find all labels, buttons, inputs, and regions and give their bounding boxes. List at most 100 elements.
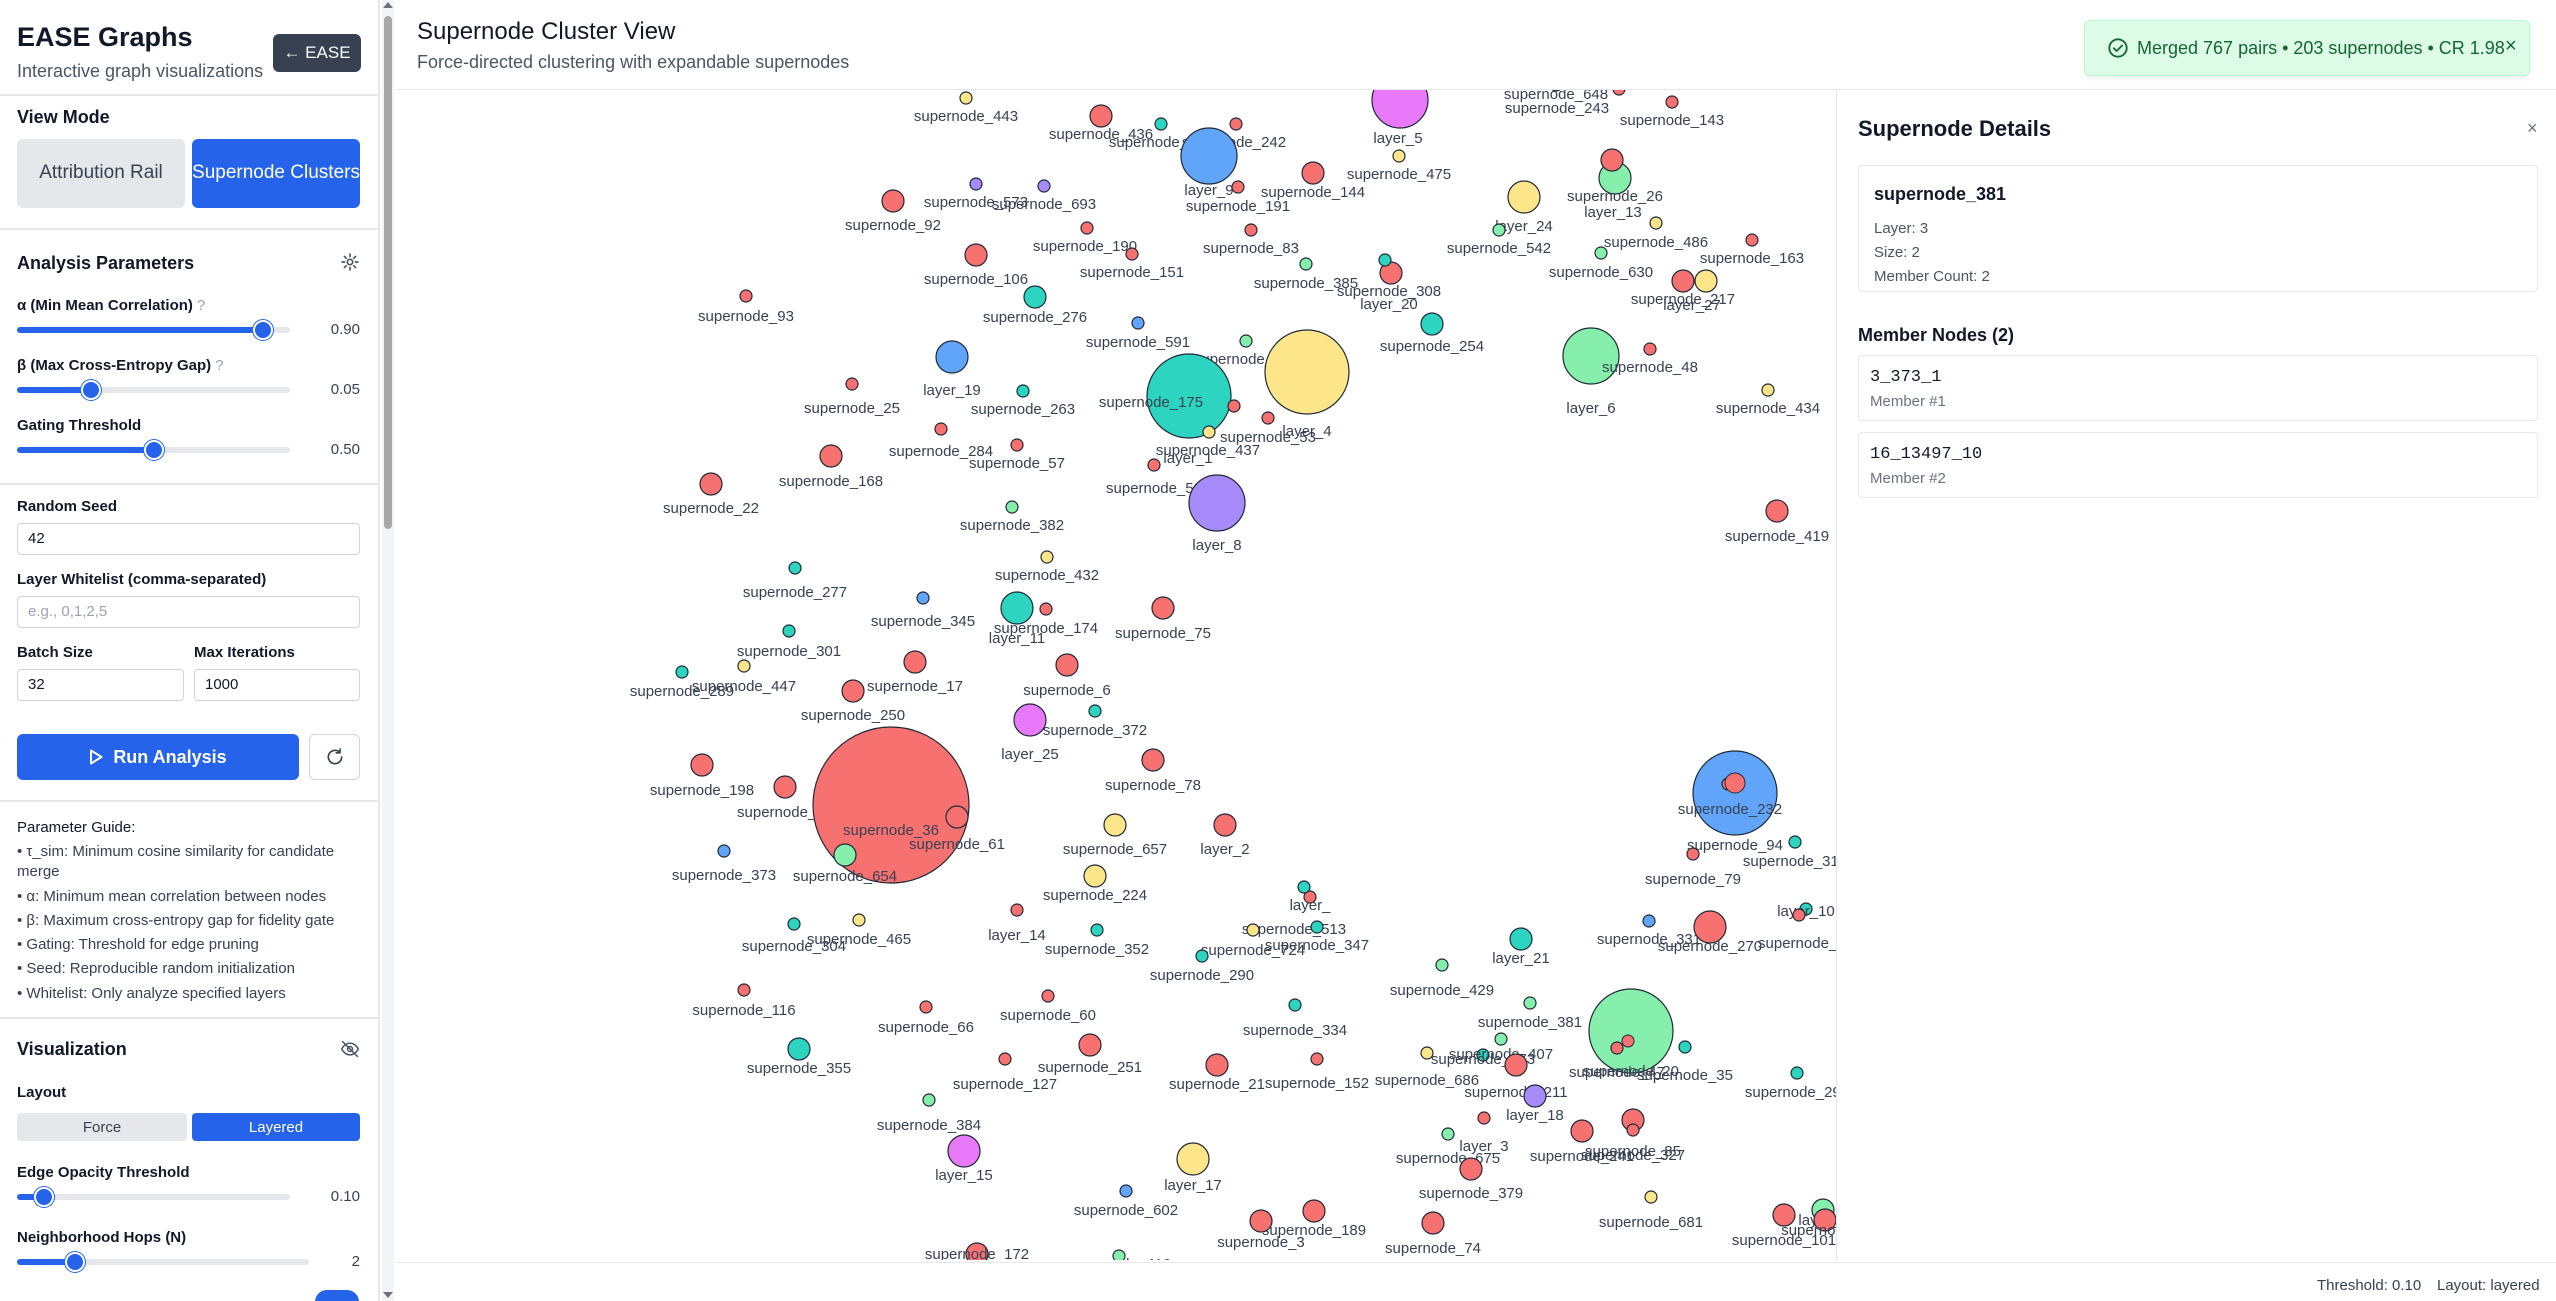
beta-slider[interactable] <box>17 380 290 400</box>
graph-node-circle[interactable] <box>1151 596 1175 620</box>
graph-node-circle[interactable] <box>1477 1111 1491 1125</box>
graph-node-circle[interactable] <box>922 1093 936 1107</box>
graph-node-circle[interactable] <box>1119 1184 1133 1198</box>
layout-layered-button[interactable]: Layered <box>192 1113 360 1141</box>
neighborhood-hops-slider-thumb[interactable] <box>65 1252 86 1272</box>
graph-node[interactable]: layer_14 <box>988 903 1046 944</box>
graph-node-circle[interactable] <box>1570 1119 1594 1143</box>
edge-opacity-slider-thumb[interactable] <box>34 1187 55 1207</box>
graph-node-circle[interactable] <box>1041 989 1055 1003</box>
graph-node-circle[interactable] <box>1588 988 1674 1074</box>
graph-node-circle[interactable] <box>1459 1157 1483 1181</box>
graph-node-circle[interactable] <box>1188 474 1246 532</box>
graph-node-circle[interactable] <box>1612 90 1626 96</box>
graph-node-circle[interactable] <box>1055 653 1079 677</box>
graph-node-circle[interactable] <box>1302 1199 1326 1223</box>
graph-node[interactable]: layer_5 <box>1371 90 1429 147</box>
graph-node[interactable]: supernode_163 <box>1700 233 1804 267</box>
graph-node[interactable]: supernode_384 <box>877 1093 981 1134</box>
graph-node[interactable]: supernode_60 <box>1000 989 1096 1024</box>
graph-node-circle[interactable] <box>1227 399 1241 413</box>
graph-node-circle[interactable] <box>1080 221 1094 235</box>
graph-node-circle[interactable] <box>1297 880 1311 894</box>
graph-node-circle[interactable] <box>1244 223 1258 237</box>
graph-node-circle[interactable] <box>1213 813 1237 837</box>
graph-node[interactable]: supernode_263 <box>971 384 1075 418</box>
attribution-rail-button[interactable]: Attribution Rail <box>17 139 185 208</box>
graph-node-circle[interactable] <box>739 289 753 303</box>
graph-node-circle[interactable] <box>1195 949 1209 963</box>
graph-node[interactable]: supernode_602 <box>1074 1184 1178 1219</box>
graph-node-circle[interactable] <box>1765 499 1789 523</box>
graph-node[interactable]: layer_17 <box>1164 1142 1222 1194</box>
graph-node-circle[interactable] <box>1176 1142 1210 1176</box>
graph-node-circle[interactable] <box>1594 246 1608 260</box>
graph-node-circle[interactable] <box>1231 180 1245 194</box>
graph-node-circle[interactable] <box>845 377 859 391</box>
graph-node[interactable]: supernode_198 <box>650 753 754 799</box>
graph-node[interactable]: supernode_254 <box>1380 312 1484 355</box>
layout-force-button[interactable]: Force <box>17 1113 187 1141</box>
graph-node-circle[interactable] <box>1229 117 1243 131</box>
graph-node[interactable]: supernode_106 <box>924 243 1028 288</box>
details-close-icon[interactable]: × <box>2527 118 2538 139</box>
graph-node-circle[interactable] <box>935 340 969 374</box>
graph-node[interactable]: supernode_372 <box>1043 704 1147 739</box>
graph-node[interactable]: supernode_66 <box>878 1000 974 1036</box>
graph-node[interactable]: supernode_251 <box>1038 1033 1142 1076</box>
back-to-ease-button[interactable]: ← EASE <box>273 34 361 72</box>
graph-node[interactable]: supernode_190 <box>1033 221 1137 255</box>
graph-node-circle[interactable] <box>782 624 796 638</box>
graph-node-circle[interactable] <box>1013 703 1047 737</box>
graph-node[interactable]: supernode_53 <box>1220 411 1316 446</box>
graph-node[interactable]: supernode_301 <box>737 624 841 660</box>
graph-node[interactable]: supernode_22 <box>663 472 759 517</box>
supernode-clusters-button[interactable]: Supernode Clusters <box>192 139 360 208</box>
graph-node-circle[interactable] <box>1378 253 1392 267</box>
graph-node-circle[interactable] <box>1610 1041 1624 1055</box>
graph-node-circle[interactable] <box>1005 500 1019 514</box>
graph-node[interactable]: supernode_591 <box>1086 316 1190 351</box>
graph-node-circle[interactable] <box>788 561 802 575</box>
graph-node-circle[interactable] <box>737 659 751 673</box>
graph-node[interactable]: supernode_345 <box>871 591 975 630</box>
graph-node[interactable]: supernode_447 <box>692 659 796 695</box>
graph-node-circle[interactable] <box>1016 384 1030 398</box>
graph-node-circle[interactable] <box>1788 835 1802 849</box>
graph-node-circle[interactable] <box>919 1000 933 1014</box>
graph-node-circle[interactable] <box>1523 996 1537 1010</box>
graph-node[interactable]: supernode_434 <box>1716 383 1820 417</box>
beta-help-icon[interactable]: ? <box>215 357 223 374</box>
graph-canvas[interactable]: supernode_443supernode_436supernode_500s… <box>396 90 1836 1260</box>
graph-node[interactable]: layer_10 <box>1777 902 1835 920</box>
graph-node-circle[interactable] <box>1037 179 1051 193</box>
layer-whitelist-input[interactable]: e.g., 0,1,2,5 <box>17 596 360 628</box>
graph-node-circle[interactable] <box>1310 1052 1324 1066</box>
graph-node-circle[interactable] <box>1131 316 1145 330</box>
graph-node[interactable]: supernode_74 <box>1385 1211 1481 1257</box>
sidebar-scrollbar-thumb[interactable] <box>384 16 392 529</box>
alpha-slider[interactable] <box>17 320 290 340</box>
graph-node-circle[interactable] <box>1125 247 1139 261</box>
graph-node-circle[interactable] <box>675 665 689 679</box>
graph-node[interactable]: supernode_295 <box>1745 1066 1836 1101</box>
graph-node[interactable]: supernode_334 <box>1243 998 1347 1039</box>
graph-node-circle[interactable] <box>699 472 723 496</box>
graph-node-circle[interactable] <box>934 422 948 436</box>
graph-node[interactable]: supernode_657 <box>1063 813 1167 858</box>
graph-node[interactable]: supernode_382 <box>960 500 1064 534</box>
toast-close-icon[interactable]: × <box>2505 35 2517 58</box>
graph-node-circle[interactable] <box>1600 148 1624 172</box>
graph-node[interactable]: supernode_75 <box>1115 596 1211 642</box>
graph-node-circle[interactable] <box>1205 1053 1229 1077</box>
graph-node[interactable]: supernode_93 <box>698 289 794 325</box>
graph-node[interactable]: layer_4 <box>1264 329 1350 440</box>
graph-node[interactable]: layer_15 <box>935 1134 993 1184</box>
graph-node-circle[interactable] <box>819 444 843 468</box>
graph-node-circle[interactable] <box>1180 127 1238 185</box>
graph-node-circle[interactable] <box>1310 920 1324 934</box>
graph-node-circle[interactable] <box>969 177 983 191</box>
graph-node[interactable]: supernode_143 <box>1620 95 1724 129</box>
scroll-down-arrow-icon[interactable] <box>383 1292 393 1298</box>
graph-node[interactable]: supernode_116 <box>692 983 796 1019</box>
